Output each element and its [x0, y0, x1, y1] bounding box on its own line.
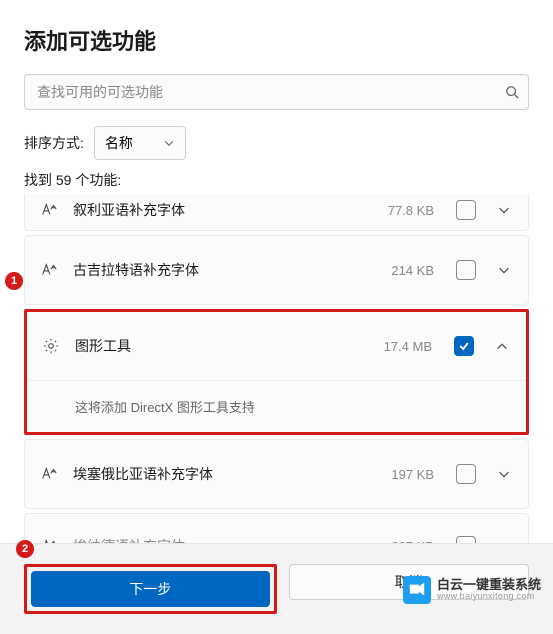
- sort-label: 排序方式:: [24, 133, 84, 153]
- feature-row[interactable]: 图形工具 17.4 MB: [27, 312, 526, 380]
- feature-checkbox[interactable]: [456, 464, 476, 484]
- watermark-icon: [403, 576, 431, 604]
- dialog-title: 添加可选功能: [24, 24, 529, 56]
- annotation-badge-1: 1: [5, 272, 23, 290]
- feature-name: 古吉拉特语补充字体: [73, 260, 377, 280]
- feature-description: 这将添加 DirectX 图形工具支持: [27, 380, 526, 432]
- highlighted-feature: 图形工具 17.4 MB 这将添加 DirectX 图形工具支持: [24, 309, 529, 435]
- search-input[interactable]: [24, 74, 529, 110]
- font-icon: [39, 261, 59, 279]
- chevron-down-icon[interactable]: [490, 203, 518, 217]
- search-box: [24, 74, 529, 110]
- feature-size: 214 KB: [391, 263, 434, 278]
- feature-checkbox[interactable]: [456, 260, 476, 280]
- feature-row[interactable]: 古吉拉特语补充字体 214 KB: [24, 235, 529, 305]
- font-icon: [39, 201, 59, 219]
- feature-row[interactable]: 叙利亚语补充字体 77.8 KB: [24, 194, 529, 231]
- search-icon: [505, 85, 519, 99]
- feature-size: 197 KB: [391, 467, 434, 482]
- highlighted-button: 下一步: [24, 564, 277, 614]
- feature-size: 17.4 MB: [384, 339, 432, 354]
- feature-size: 77.8 KB: [388, 203, 434, 218]
- feature-checkbox[interactable]: [454, 336, 474, 356]
- feature-name: 叙利亚语补充字体: [73, 200, 374, 220]
- gear-icon: [41, 337, 61, 355]
- watermark-title: 白云一键重装系统: [437, 578, 541, 592]
- sort-value: 名称: [105, 133, 133, 153]
- watermark: 白云一键重装系统 www.baiyunxitong.com: [403, 576, 541, 604]
- feature-name: 埃塞俄比亚语补充字体: [73, 464, 377, 484]
- feature-checkbox[interactable]: [456, 200, 476, 220]
- feature-name: 图形工具: [75, 336, 370, 356]
- chevron-down-icon[interactable]: [490, 467, 518, 481]
- chevron-up-icon[interactable]: [488, 339, 516, 353]
- annotation-badge-2: 2: [16, 540, 34, 558]
- font-icon: [39, 465, 59, 483]
- sort-select[interactable]: 名称: [94, 126, 186, 160]
- next-button[interactable]: 下一步: [31, 571, 270, 607]
- sort-row: 排序方式: 名称: [24, 126, 529, 160]
- chevron-down-icon[interactable]: [490, 263, 518, 277]
- watermark-url: www.baiyunxitong.com: [437, 592, 541, 602]
- chevron-down-icon: [163, 137, 175, 149]
- results-count: 找到 59 个功能:: [24, 170, 529, 190]
- feature-row[interactable]: 埃塞俄比亚语补充字体 197 KB: [24, 439, 529, 509]
